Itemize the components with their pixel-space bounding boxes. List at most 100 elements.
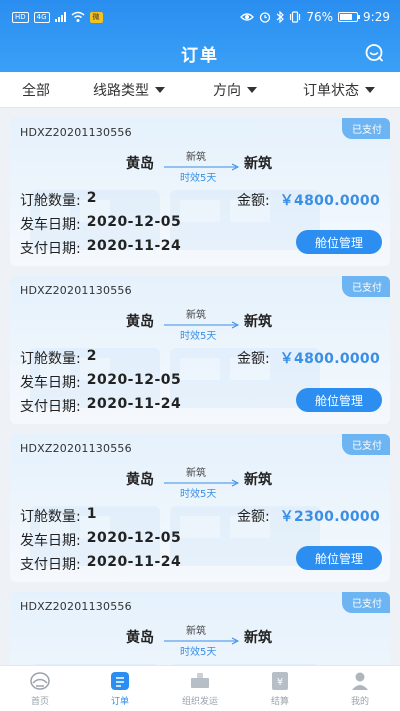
chat-icon[interactable] (364, 43, 384, 63)
quantity-row: 订舱数量: 2 (20, 190, 97, 210)
quantity-value: 2 (86, 190, 97, 206)
depart-date-value: 2020-12-05 (86, 530, 182, 546)
order-card[interactable]: HDXZ20201130556 已支付 黄岛 新筑 新筑 时效5天 订舱数量: … (10, 118, 390, 266)
filter-order-status[interactable]: 订单状态 (303, 80, 375, 100)
status-badge: 已支付 (342, 276, 390, 297)
status-bar: HD 4G 微 76% 9:29 (0, 0, 400, 34)
route-eta: 时效5天 (180, 489, 217, 500)
tab-mine[interactable]: 我的 (320, 666, 400, 711)
tab-home-label: 首页 (30, 697, 49, 707)
status-left: HD 4G 微 (12, 11, 103, 23)
order-card[interactable]: HDXZ20201130556 已支付 黄岛 新筑 新筑 时效5天 订舱数量: … (10, 434, 390, 582)
order-number: HDXZ20201130556 (20, 284, 132, 297)
depart-date-row: 发车日期: 2020-12-05 (20, 530, 181, 550)
route-destination: 新筑 (244, 314, 272, 330)
tab-settlement[interactable]: ¥ 结算 (240, 666, 320, 711)
quantity-label: 订舱数量: (20, 509, 81, 525)
route-origin: 黄岛 (126, 156, 154, 172)
route-via: 新筑 (186, 152, 206, 163)
user-icon (352, 672, 368, 690)
filter-order-status-label: 订单状态 (303, 82, 359, 99)
pay-date-row: 支付日期: 2020-11-24 (20, 396, 181, 416)
wifi-icon (71, 11, 85, 22)
status-right: 76% 9:29 (240, 10, 390, 24)
depart-date-row: 发车日期: 2020-12-05 (20, 214, 181, 234)
order-number: HDXZ20201130556 (20, 600, 132, 613)
wechat-badge: 微 (89, 11, 103, 23)
pay-date-value: 2020-11-24 (86, 238, 182, 254)
tab-mine-label: 我的 (350, 697, 369, 707)
route-eta: 时效5天 (180, 647, 217, 658)
signal-icon (54, 12, 66, 22)
pay-date-label: 支付日期: (20, 399, 81, 415)
cabin-manage-button[interactable]: 舱位管理 (296, 230, 382, 254)
depart-date-value: 2020-12-05 (86, 372, 182, 388)
amount-label: 金额: (237, 193, 270, 209)
order-list[interactable]: HDXZ20201130556 已支付 黄岛 新筑 新筑 时效5天 订舱数量: … (0, 108, 400, 665)
quantity-value: 1 (86, 506, 97, 522)
filter-route-type[interactable]: 线路类型 (93, 80, 165, 100)
amount-value: ￥4800.0000 (279, 351, 380, 367)
tab-shipping-label: 组织发运 (181, 697, 218, 707)
tab-shipping[interactable]: 组织发运 (160, 666, 240, 711)
alarm-icon (260, 12, 271, 23)
depart-date-label: 发车日期: (20, 375, 81, 391)
bottom-tab-bar: 首页 订单 组织发运 ¥ 结算 我的 (0, 665, 400, 711)
amount-label: 金额: (237, 509, 270, 525)
caret-down-icon (365, 86, 375, 93)
tab-order-label: 订单 (110, 697, 129, 707)
route: 黄岛 新筑 新筑 时效5天 (10, 464, 390, 500)
depart-date-value: 2020-12-05 (86, 214, 182, 230)
cabin-manage-button[interactable]: 舱位管理 (296, 388, 382, 412)
route-via: 新筑 (186, 310, 206, 321)
filter-all-label: 全部 (22, 82, 50, 99)
depart-date-row: 发车日期: 2020-12-05 (20, 372, 181, 392)
filter-bar: 全部 线路类型 方向 订单状态 (0, 72, 400, 108)
quantity-value: 2 (86, 348, 97, 364)
order-card[interactable]: HDXZ20201130556 已支付 黄岛 新筑 新筑 时效5天 订舱数量: … (10, 276, 390, 424)
hd-badge: HD (12, 11, 29, 23)
filter-route-type-label: 线路类型 (93, 82, 149, 99)
app-header: HD 4G 微 76% 9:29 订单 (0, 0, 400, 72)
route-destination: 新筑 (244, 472, 272, 488)
battery-percent: 76% (306, 10, 334, 24)
filter-direction[interactable]: 方向 (213, 80, 257, 100)
quantity-label: 订舱数量: (20, 351, 81, 367)
cabin-manage-button[interactable]: 舱位管理 (296, 546, 382, 570)
route: 黄岛 新筑 新筑 时效5天 (10, 622, 390, 658)
caret-down-icon (247, 86, 257, 93)
order-card[interactable]: HDXZ20201130556 已支付 黄岛 新筑 新筑 时效5天 订舱数量: … (10, 592, 390, 665)
order-number: HDXZ20201130556 (20, 126, 132, 139)
tab-order[interactable]: 订单 (80, 666, 160, 711)
bluetooth-icon (276, 11, 285, 23)
route-via: 新筑 (186, 626, 206, 637)
depart-date-label: 发车日期: (20, 217, 81, 233)
truck-icon (191, 673, 209, 688)
amount-row: 金额: ￥4800.0000 (237, 348, 380, 368)
route-eta: 时效5天 (180, 173, 217, 184)
route-via: 新筑 (186, 468, 206, 479)
tab-home[interactable]: 首页 (0, 666, 80, 711)
route-destination: 新筑 (244, 156, 272, 172)
amount-value: ￥4800.0000 (279, 193, 380, 209)
route-origin: 黄岛 (126, 472, 154, 488)
order-icon (111, 672, 129, 690)
status-badge: 已支付 (342, 434, 390, 455)
vibrate-icon (290, 11, 301, 23)
filter-all[interactable]: 全部 (22, 80, 50, 100)
battery-icon (338, 12, 361, 22)
pay-date-row: 支付日期: 2020-11-24 (20, 554, 181, 574)
pay-date-label: 支付日期: (20, 241, 81, 257)
eye-icon (240, 13, 255, 21)
pay-date-label: 支付日期: (20, 557, 81, 573)
network-badge: 4G (33, 11, 50, 23)
amount-row: 金额: ￥4800.0000 (237, 190, 380, 210)
order-number: HDXZ20201130556 (20, 442, 132, 455)
amount-row: 金额: ￥2300.0000 (237, 506, 380, 526)
quantity-label: 订舱数量: (20, 193, 81, 209)
pay-date-value: 2020-11-24 (86, 396, 182, 412)
tab-settlement-label: 结算 (270, 697, 289, 707)
pay-date-row: 支付日期: 2020-11-24 (20, 238, 181, 258)
caret-down-icon (155, 86, 165, 93)
filter-direction-label: 方向 (213, 82, 241, 99)
